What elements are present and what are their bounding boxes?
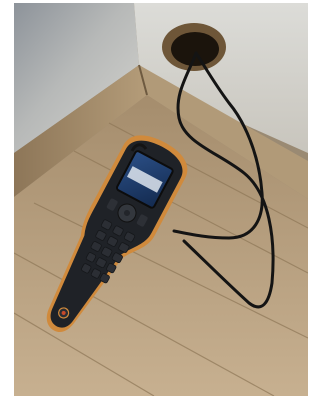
image-frame: [0, 0, 308, 401]
photo: [14, 3, 308, 396]
photo-canvas: [14, 3, 308, 396]
